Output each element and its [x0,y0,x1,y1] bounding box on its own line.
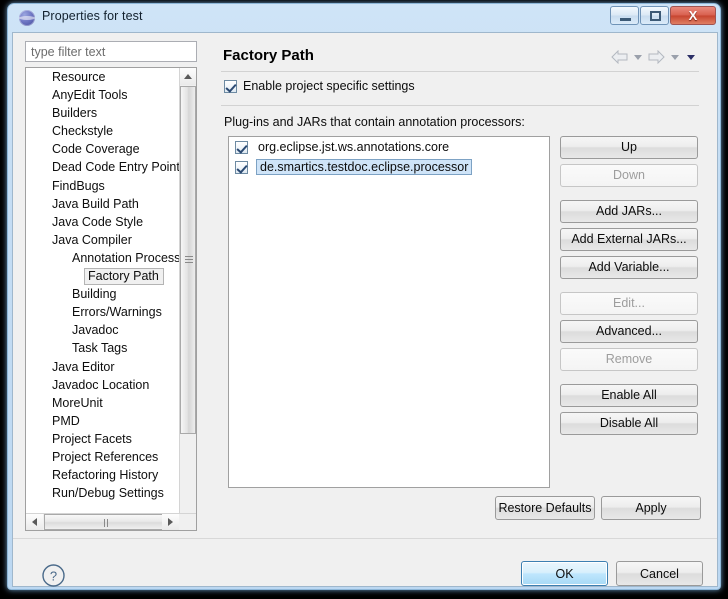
tree-item-pmd[interactable]: PMD [26,412,180,430]
remove-button: Remove [560,348,698,371]
tree-item-java-build-path[interactable]: Java Build Path [26,195,180,213]
maximize-button[interactable] [640,6,669,25]
eclipse-globe-icon [19,10,35,26]
enable-project-specific-settings-label: Enable project specific settings [243,79,415,93]
bottom-separator [13,538,717,539]
add-variable-button[interactable]: Add Variable... [560,256,698,279]
close-icon: X [688,8,698,23]
apply-button[interactable]: Apply [601,496,701,520]
tree-item-java-editor[interactable]: Java Editor [26,358,180,376]
tree-item-project-references[interactable]: Project References [26,448,180,466]
processor-list[interactable]: org.eclipse.jst.ws.annotations.core de.sm… [228,136,550,488]
processor-enabled-checkbox[interactable] [235,160,248,174]
enable-project-specific-settings-checkbox[interactable] [224,79,237,93]
tree-item-project-facets[interactable]: Project Facets [26,430,180,448]
tree-item-dead-code-entry-points[interactable]: Dead Code Entry Points [26,158,180,176]
tree-item-anyedit-tools[interactable]: AnyEdit Tools [26,86,180,104]
maximize-icon [650,11,661,21]
processor-enabled-checkbox[interactable] [235,140,248,154]
forward-arrow-icon[interactable] [648,50,665,64]
horizontal-scroll-thumb[interactable] [44,514,172,530]
minimize-button[interactable] [610,6,639,25]
triangle-left-icon [32,518,37,526]
advanced-button[interactable]: Advanced... [560,320,698,343]
plugins-section-label: Plug-ins and JARs that contain annotatio… [224,115,525,129]
restore-defaults-button[interactable]: Restore Defaults [495,496,595,520]
enable-separator [221,105,699,106]
edit-button: Edit... [560,292,698,315]
scroll-grip-icon [104,519,112,527]
scroll-grip-icon [185,256,193,264]
close-button[interactable]: X [670,6,716,25]
list-item[interactable]: de.smartics.testdoc.eclipse.processor [229,157,549,177]
triangle-up-icon [184,74,192,79]
enable-all-button[interactable]: Enable All [560,384,698,407]
list-item[interactable]: org.eclipse.jst.ws.annotations.core [229,137,549,157]
scroll-up-button[interactable] [180,68,196,85]
back-arrow-icon[interactable] [611,50,628,64]
tree-item-resource[interactable]: Resource [26,68,180,86]
tree-item-code-coverage[interactable]: Code Coverage [26,140,180,158]
tree-horizontal-scrollbar[interactable] [26,513,196,530]
back-chevron-down-icon[interactable] [634,54,642,60]
add-jars-button[interactable]: Add JARs... [560,200,698,223]
page-title: Factory Path [223,47,314,64]
tree-item-task-tags[interactable]: Task Tags [26,339,180,357]
vertical-scroll-thumb[interactable] [180,86,196,434]
scroll-right-button[interactable] [162,514,179,530]
processor-name-label: org.eclipse.jst.ws.annotations.core [258,140,450,154]
settings-tree-panel: ResourceAnyEdit ToolsBuildersCheckstyleC… [25,41,207,531]
cancel-button[interactable]: Cancel [616,561,703,586]
scroll-left-button[interactable] [26,514,43,530]
search-input[interactable] [26,42,196,61]
tree-item-building[interactable]: Building [26,285,180,303]
add-external-jars-button[interactable]: Add External JARs... [560,228,698,251]
tree-item-moreunit[interactable]: MoreUnit [26,394,180,412]
window-controls: X [610,6,716,25]
tree-item-errors-warnings[interactable]: Errors/Warnings [26,303,180,321]
enable-project-specific-settings-row[interactable]: Enable project specific settings [224,79,415,93]
tree-item-builders[interactable]: Builders [26,104,180,122]
dialog-client-area: ResourceAnyEdit ToolsBuildersCheckstyleC… [12,32,718,587]
disable-all-button[interactable]: Disable All [560,412,698,435]
triangle-right-icon [168,518,173,526]
list-action-buttons: Up Down Add JARs... Add External JARs... Add… [560,136,698,440]
title-separator [221,71,699,72]
page-action-buttons: Restore Defaults Apply [495,496,701,520]
view-menu-chevron-down-icon[interactable] [687,54,695,60]
help-question-icon[interactable]: ? [41,563,66,588]
tree-item-list: Resource AnyEdit Tools Builders Checkstyle C… [26,68,180,514]
tree-item-java-compiler[interactable]: Java Compiler [26,231,180,249]
tree-item-javadoc-location[interactable]: Javadoc Location [26,376,180,394]
tree-item-javadoc[interactable]: Javadoc [26,321,180,339]
tree-item-run-debug-settings[interactable]: Run/Debug Settings [26,484,180,502]
minimize-icon [620,18,631,21]
factory-path-page: Factory Path Enable project specific set… [215,41,707,531]
window-title: Properties for test [42,9,143,23]
title-bar: Properties for test X [8,4,720,32]
filter-textbox[interactable] [25,41,197,62]
tree-item-refactoring-history[interactable]: Refactoring History [26,466,180,484]
tree-item-findbugs[interactable]: FindBugs [26,177,180,195]
processor-name-label: de.smartics.testdoc.eclipse.processor [256,159,473,175]
svg-text:?: ? [50,569,57,584]
dialog-buttons: OK Cancel [521,561,703,586]
forward-chevron-down-icon[interactable] [671,54,679,60]
properties-dialog-window: Properties for test X ResourceAnyEdit To… [7,3,721,590]
tree-item-annotation-processi[interactable]: Annotation Processi [26,249,180,267]
tree-item-factory-path[interactable]: Factory Path [84,268,164,286]
ok-button[interactable]: OK [521,561,608,586]
tree-vertical-scrollbar[interactable] [179,68,196,530]
tree-item-java-code-style[interactable]: Java Code Style [26,213,180,231]
up-button[interactable]: Up [560,136,698,159]
down-button: Down [560,164,698,187]
tree-item-checkstyle[interactable]: Checkstyle [26,122,180,140]
page-navigation-icons [611,50,697,64]
settings-tree: Resource AnyEdit Tools Builders Checkstyle C… [25,67,197,531]
